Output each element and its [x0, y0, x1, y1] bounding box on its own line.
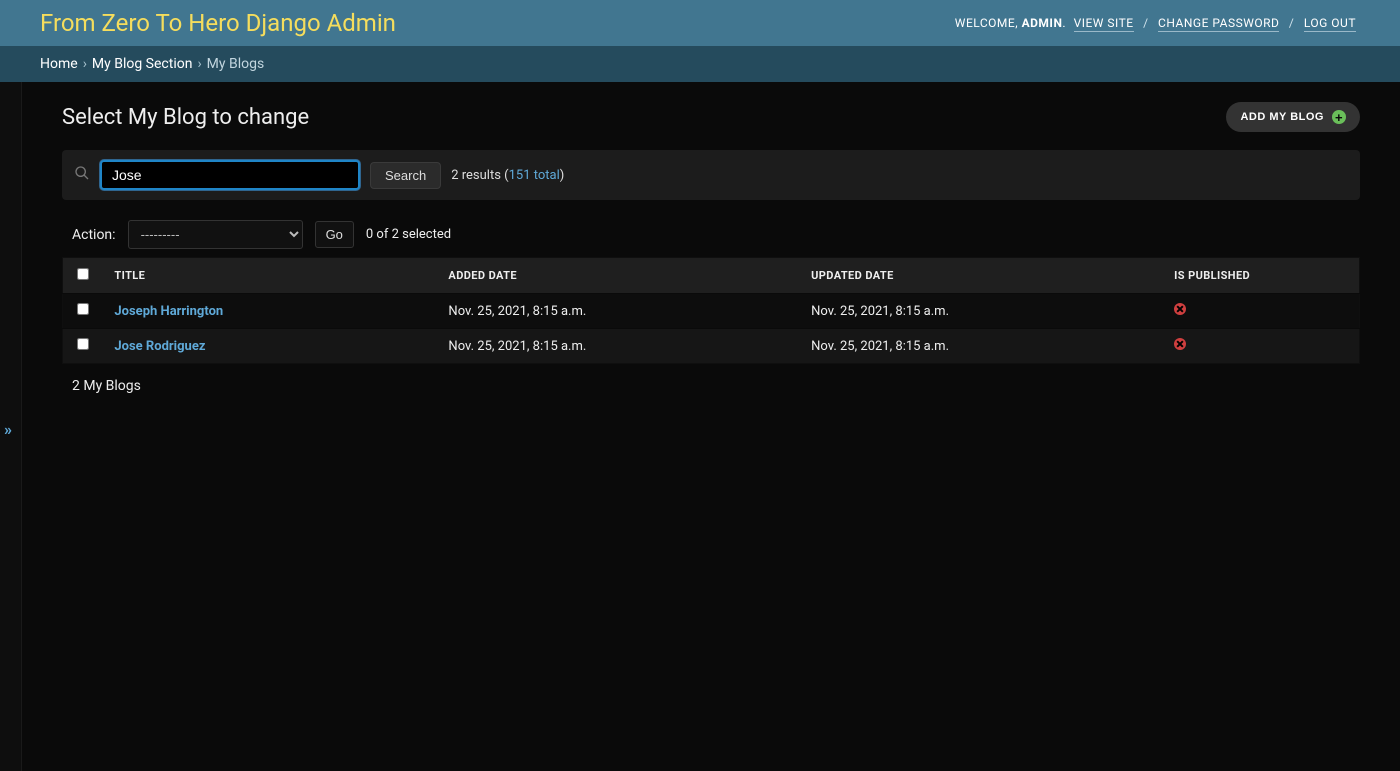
separator-slash: /: [1143, 16, 1148, 30]
header-bar: From Zero To Hero Django Admin WELCOME, …: [0, 0, 1400, 46]
breadcrumb-current: My Blogs: [207, 56, 265, 72]
select-all-checkbox[interactable]: [77, 268, 89, 280]
row-checkbox[interactable]: [77, 338, 89, 350]
selection-count: 0 of 2 selected: [366, 227, 451, 242]
breadcrumb: Home › My Blog Section › My Blogs: [0, 46, 1400, 82]
action-select[interactable]: ---------: [128, 220, 303, 249]
row-title-link[interactable]: Jose Rodriguez: [114, 339, 205, 354]
content-area: Select My Blog to change ADD MY BLOG + S…: [22, 82, 1400, 771]
row-added-date: Nov. 25, 2021, 8:15 a.m.: [436, 329, 799, 364]
row-checkbox[interactable]: [77, 303, 89, 315]
column-header-title[interactable]: TITLE: [102, 258, 436, 294]
column-header-added-date[interactable]: ADDED DATE: [436, 258, 799, 294]
no-icon: [1174, 338, 1186, 350]
table-row: Jose Rodriguez Nov. 25, 2021, 8:15 a.m. …: [63, 329, 1360, 364]
results-table: TITLE ADDED DATE UPDATED DATE IS PUBLISH…: [62, 257, 1360, 364]
user-tools: WELCOME, ADMIN. VIEW SITE / CHANGE PASSW…: [955, 16, 1360, 30]
breadcrumb-separator: ›: [83, 56, 87, 72]
separator-dot: .: [1062, 16, 1066, 30]
site-branding[interactable]: From Zero To Hero Django Admin: [40, 9, 396, 37]
search-input[interactable]: [100, 160, 360, 190]
row-updated-date: Nov. 25, 2021, 8:15 a.m.: [799, 329, 1162, 364]
separator-slash: /: [1289, 16, 1294, 30]
page-title: Select My Blog to change: [62, 105, 309, 130]
column-header-updated-date[interactable]: UPDATED DATE: [799, 258, 1162, 294]
result-count: 2 My Blogs: [72, 378, 1360, 394]
row-title-link[interactable]: Joseph Harrington: [114, 304, 223, 319]
table-row: Joseph Harrington Nov. 25, 2021, 8:15 a.…: [63, 294, 1360, 329]
sidebar-toggle-icon[interactable]: »: [4, 420, 12, 439]
add-my-blog-label: ADD MY BLOG: [1240, 111, 1324, 123]
action-bar: Action: --------- Go 0 of 2 selected: [72, 220, 1360, 249]
search-results-count: 2 results (: [451, 168, 508, 183]
breadcrumb-home[interactable]: Home: [40, 56, 78, 72]
search-results-suffix: ): [560, 168, 565, 183]
logout-link[interactable]: LOG OUT: [1304, 16, 1356, 32]
search-bar: Search 2 results (151 total): [62, 150, 1360, 200]
search-icon: [74, 165, 90, 185]
table-header-row: TITLE ADDED DATE UPDATED DATE IS PUBLISH…: [63, 258, 1360, 294]
search-total-link[interactable]: 151 total: [509, 168, 560, 183]
row-is-published: [1162, 294, 1359, 329]
add-my-blog-button[interactable]: ADD MY BLOG +: [1226, 102, 1360, 132]
row-is-published: [1162, 329, 1359, 364]
search-results-info: 2 results (151 total): [451, 168, 564, 183]
welcome-label: WELCOME,: [955, 16, 1018, 30]
object-tools-row: Select My Blog to change ADD MY BLOG +: [62, 102, 1360, 132]
go-button[interactable]: Go: [315, 221, 354, 248]
change-password-link[interactable]: CHANGE PASSWORD: [1158, 16, 1279, 32]
plus-icon: +: [1332, 110, 1346, 124]
view-site-link[interactable]: VIEW SITE: [1074, 16, 1134, 32]
column-header-is-published[interactable]: IS PUBLISHED: [1162, 258, 1359, 294]
row-added-date: Nov. 25, 2021, 8:15 a.m.: [436, 294, 799, 329]
sidebar-strip: »: [0, 82, 22, 771]
no-icon: [1174, 303, 1186, 315]
action-label: Action:: [72, 227, 116, 243]
row-updated-date: Nov. 25, 2021, 8:15 a.m.: [799, 294, 1162, 329]
search-button[interactable]: Search: [370, 162, 441, 189]
breadcrumb-separator: ›: [197, 56, 201, 72]
breadcrumb-section[interactable]: My Blog Section: [92, 56, 193, 72]
current-username: ADMIN: [1022, 16, 1063, 30]
select-all-header: [63, 258, 103, 294]
